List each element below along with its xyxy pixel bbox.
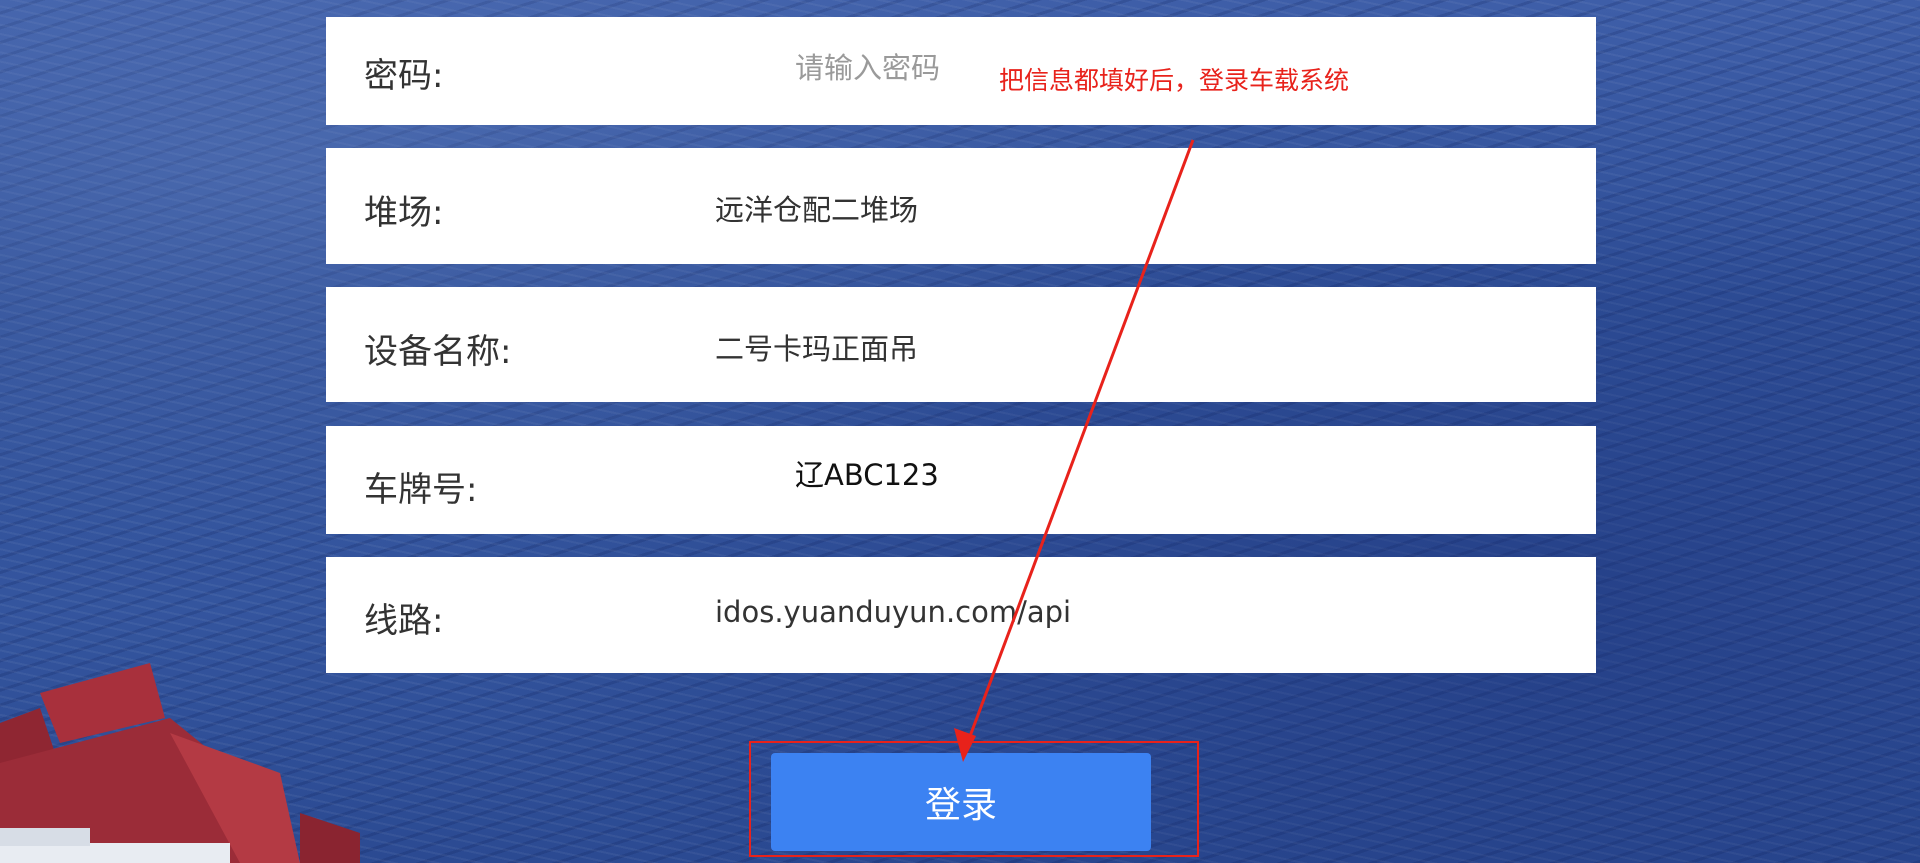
plate-number-input[interactable]: 辽ABC123: [795, 452, 939, 494]
password-row: 密码: 请输入密码: [326, 17, 1596, 125]
device-name-select[interactable]: 二号卡玛正面吊: [715, 326, 918, 368]
annotation-highlight-box: [749, 741, 1199, 857]
device-name-label: 设备名称:: [364, 332, 512, 372]
password-label: 密码:: [364, 56, 444, 96]
route-row: 线路: idos.yuanduyun.com/api: [326, 557, 1596, 673]
container-ship-decoration: [0, 663, 360, 863]
route-select[interactable]: idos.yuanduyun.com/api: [715, 595, 1071, 629]
plate-row: 车牌号: 辽ABC123: [326, 426, 1596, 534]
yard-select[interactable]: 远洋仓配二堆场: [715, 187, 918, 229]
yard-row: 堆场: 远洋仓配二堆场: [326, 148, 1596, 264]
route-label: 线路:: [364, 601, 444, 641]
password-input[interactable]: 请输入密码: [795, 45, 940, 87]
annotation-text: 把信息都填好后，登录车载系统: [999, 66, 1350, 95]
plate-number-label: 车牌号:: [364, 470, 478, 510]
yard-label: 堆场:: [364, 193, 444, 233]
device-row: 设备名称: 二号卡玛正面吊: [326, 287, 1596, 402]
